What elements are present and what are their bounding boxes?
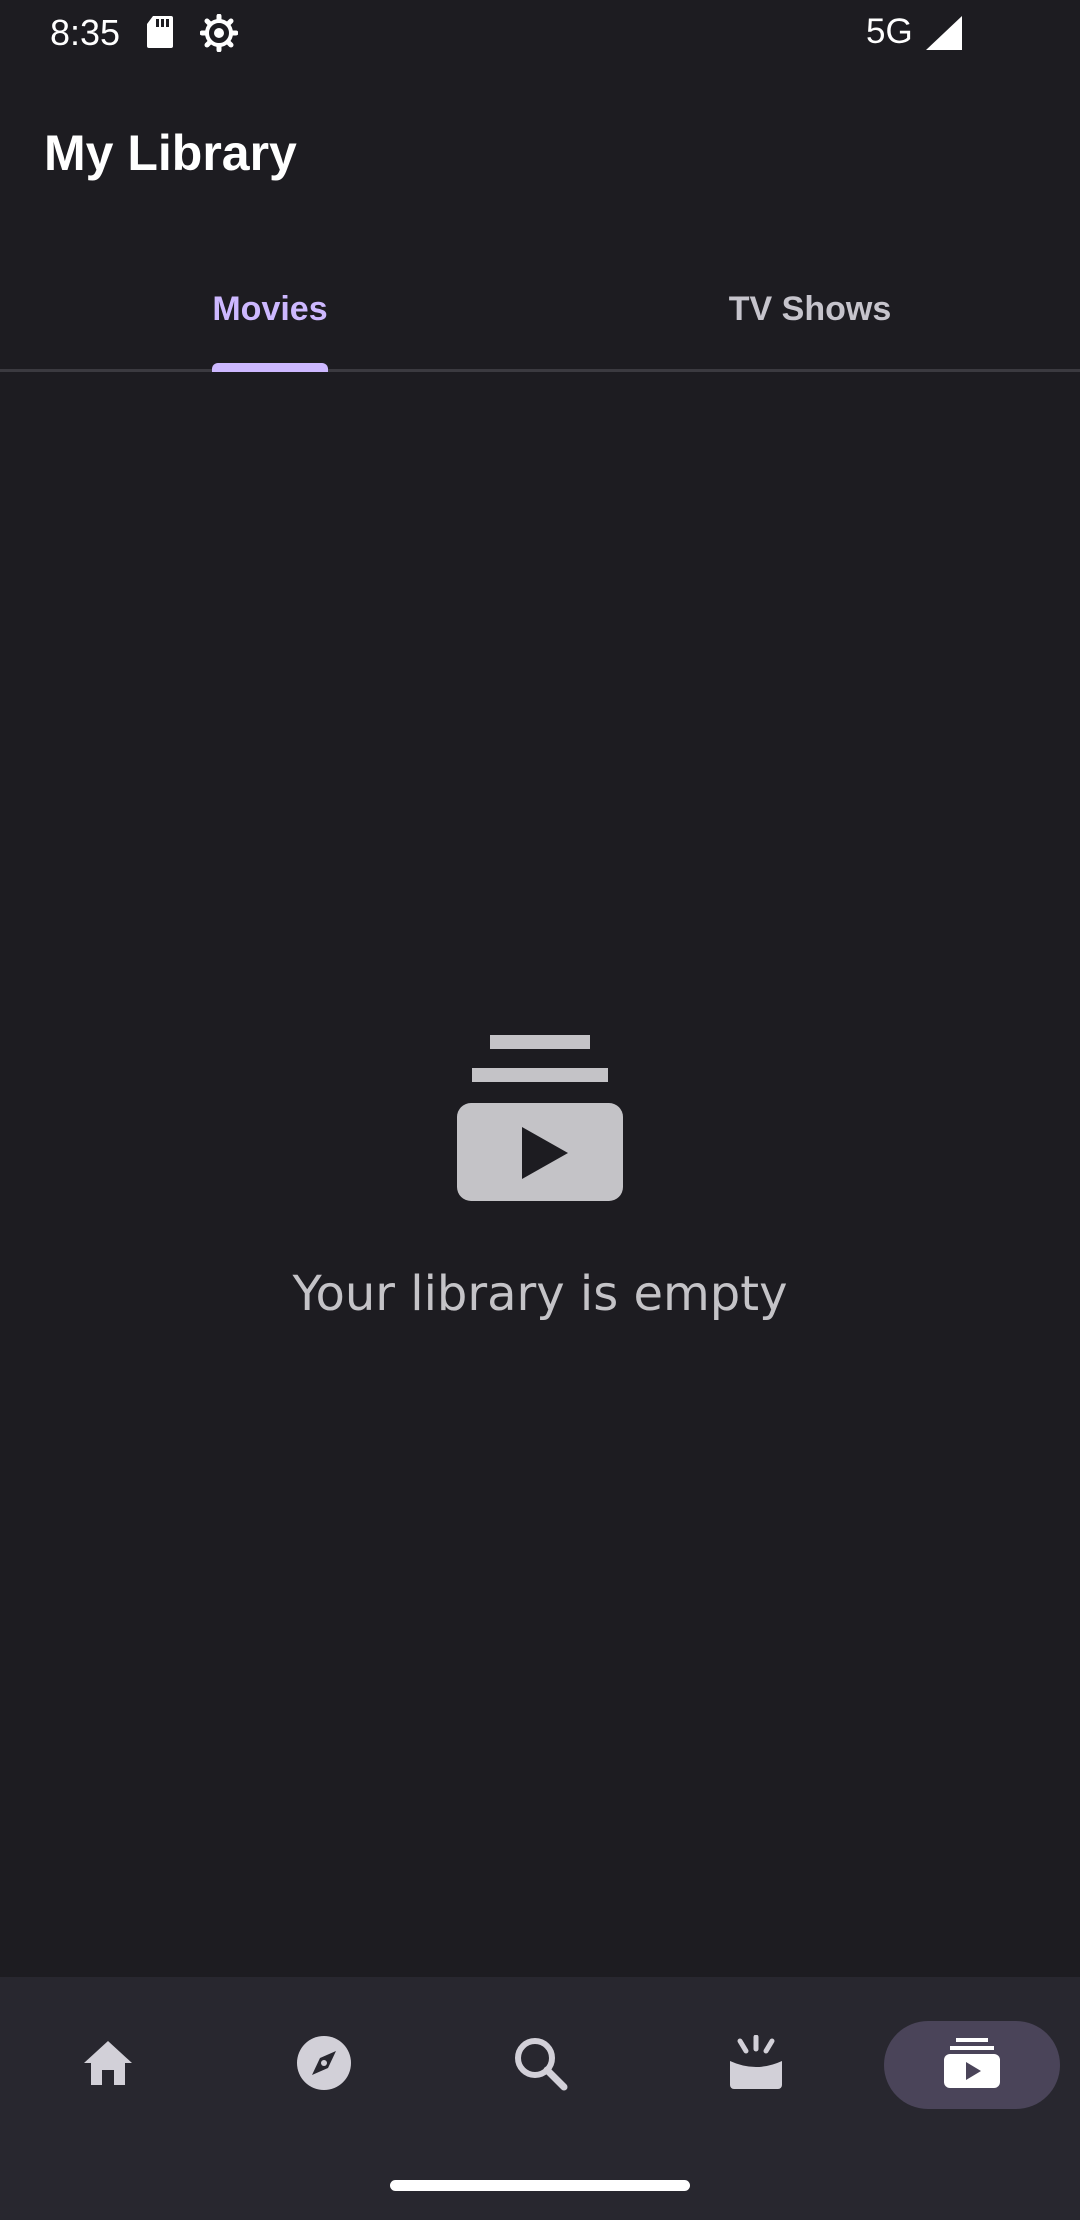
network-type: 5G <box>866 12 913 51</box>
compass-icon <box>296 2035 352 2096</box>
search-icon <box>512 2035 568 2096</box>
nav-explore[interactable] <box>236 2021 412 2109</box>
empty-state-message: Your library is empty <box>292 1266 788 1322</box>
sd-card-icon <box>145 14 175 55</box>
tab-movies-label: Movies <box>212 290 328 328</box>
library-icon <box>944 2037 1000 2093</box>
tab-movies[interactable]: Movies <box>0 250 540 372</box>
gear-icon <box>199 13 239 57</box>
home-icon <box>82 2039 134 2092</box>
tab-tv-shows[interactable]: TV Shows <box>540 250 1080 369</box>
video-library-icon <box>455 1035 625 1205</box>
nav-home[interactable] <box>20 2021 196 2109</box>
screen: 8:35 5G My Library Movies TV Shows Your … <box>0 0 1080 2220</box>
status-time: 8:35 <box>50 12 121 53</box>
tab-selected-indicator <box>212 363 328 372</box>
signal-icon <box>926 16 962 55</box>
live-tv-icon <box>726 2034 786 2096</box>
status-bar: 8:35 5G <box>0 0 1080 66</box>
nav-search[interactable] <box>452 2021 628 2109</box>
gesture-home-bar[interactable] <box>390 2180 690 2191</box>
nav-live[interactable] <box>668 2021 844 2109</box>
nav-library[interactable] <box>884 2021 1060 2109</box>
tab-bar: Movies TV Shows <box>0 250 1080 372</box>
page-title: My Library <box>44 125 297 181</box>
tab-tv-shows-label: TV Shows <box>728 290 892 328</box>
